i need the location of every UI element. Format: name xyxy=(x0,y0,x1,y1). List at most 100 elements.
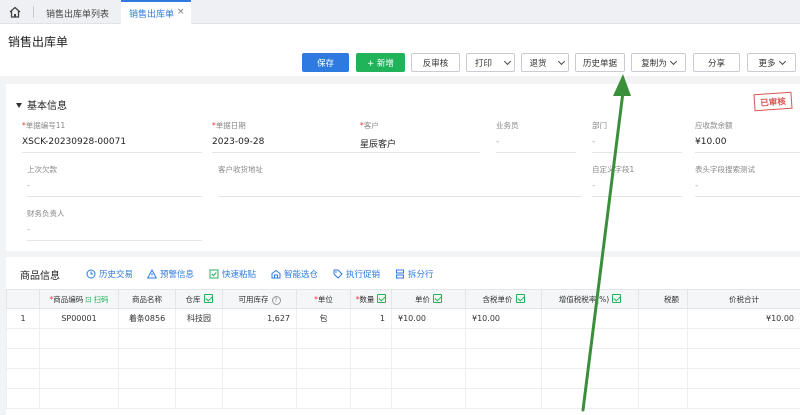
table-row[interactable] xyxy=(6,328,800,349)
table-row[interactable]: 1 SP00001 着条0856 科技园 1,627 包 1 ¥10.00 ¥1… xyxy=(6,308,800,329)
checkbox-icon xyxy=(209,269,219,279)
col-item-code[interactable]: *商品编码 ⊡ 扫码 xyxy=(39,289,119,309)
row-available-stock[interactable]: 1,627 xyxy=(222,308,297,329)
custom-field-1[interactable]: 自定义字段1 - xyxy=(592,164,682,197)
dept-field[interactable]: 部门 - xyxy=(592,120,682,153)
share-button[interactable]: 分享 xyxy=(693,53,740,72)
checkbox-icon[interactable] xyxy=(515,293,525,303)
ship-address-label: 客户收货地址 xyxy=(218,165,263,174)
section-title-label: 基本信息 xyxy=(27,101,67,112)
save-button[interactable]: 保存 xyxy=(302,53,349,72)
customer-field[interactable]: *客户 星辰客户 xyxy=(360,120,480,153)
chevron-down-icon xyxy=(778,57,786,65)
checkbox-icon[interactable] xyxy=(433,293,442,303)
home-icon[interactable] xyxy=(8,5,22,19)
quick-paste-label: 快速粘贴 xyxy=(222,270,257,280)
col-warehouse[interactable]: 仓库 xyxy=(175,289,223,309)
col-unit-price[interactable]: 单价 xyxy=(391,289,466,309)
row-vat-rate[interactable] xyxy=(541,308,639,329)
close-icon[interactable]: × xyxy=(177,7,185,17)
col-quantity[interactable]: *数量 xyxy=(350,289,392,309)
row-warehouse[interactable]: 科技园 xyxy=(175,308,223,329)
col-item-name: 商品名称 xyxy=(118,289,176,309)
col-index xyxy=(6,289,40,309)
tab-label: 销售出库单 xyxy=(129,10,175,20)
return-button[interactable]: 退货 xyxy=(521,53,555,72)
table-header-row: *商品编码 ⊡ 扫码 商品名称 仓库 可用库存? *单位 *数量 单价 含税单价 增… xyxy=(6,289,800,309)
checkbox-icon[interactable] xyxy=(377,293,387,303)
row-unit-price[interactable]: ¥10.00 xyxy=(391,308,466,329)
row-total[interactable]: ¥10.00 xyxy=(687,308,800,329)
row-quantity[interactable]: 1 xyxy=(350,308,392,329)
header-search-field[interactable]: 表头字段搜索测试 - xyxy=(695,164,800,197)
header-search-label: 表头字段搜索测试 xyxy=(695,165,755,174)
goods-info-title: 商品信息 xyxy=(20,271,60,282)
history-trade-button[interactable]: 历史交易 xyxy=(86,268,133,280)
row-item-code[interactable]: SP00001 xyxy=(39,308,119,329)
col-tax-amount: 税额 xyxy=(638,289,688,309)
copy-as-button[interactable]: 复制为 xyxy=(631,53,686,72)
col-tax-unit-price[interactable]: 含税单价 xyxy=(465,289,542,309)
basic-info-title[interactable]: 基本信息 xyxy=(16,97,67,112)
checkbox-icon[interactable] xyxy=(612,293,622,303)
run-promotion-button[interactable]: 执行促销 xyxy=(333,268,380,280)
return-dropdown[interactable] xyxy=(554,53,569,72)
smart-warehouse-button[interactable]: 智能选仓 xyxy=(271,268,318,280)
history-docs-button[interactable]: 历史单据 xyxy=(575,53,625,72)
table-row[interactable] xyxy=(6,348,800,369)
doc-no-field[interactable]: *单据编号11 XSCK-20230928-00071 xyxy=(22,120,202,153)
custom-field-1-value: - xyxy=(592,181,596,191)
chevron-down-icon xyxy=(669,57,677,65)
dept-label: 部门 xyxy=(592,121,607,130)
row-item-name[interactable]: 着条0856 xyxy=(118,308,176,329)
audited-stamp: 已审核 xyxy=(753,91,793,112)
tab-sales-outbound[interactable]: 销售出库单 × xyxy=(121,0,191,24)
split-row-button[interactable]: 拆分行 xyxy=(395,268,434,280)
row-index: 1 xyxy=(6,308,40,329)
row-tax-amount[interactable] xyxy=(638,308,688,329)
warning-info-button[interactable]: 预警信息 xyxy=(147,268,194,280)
finance-owner-value: - xyxy=(27,225,31,235)
header-search-value: - xyxy=(695,181,699,191)
quick-paste-button[interactable]: 快速粘贴 xyxy=(209,268,256,280)
tab-sales-outbound-list[interactable]: 销售出库单列表 xyxy=(46,7,109,20)
more-button[interactable]: 更多 xyxy=(747,53,796,72)
doc-date-label: 单据日期 xyxy=(215,121,246,130)
new-button[interactable]: + 新增 xyxy=(356,53,405,72)
help-icon[interactable]: ? xyxy=(271,295,281,305)
print-dropdown[interactable] xyxy=(500,53,515,72)
scan-icon[interactable]: ⊡ xyxy=(85,295,91,304)
col-unit: *单位 xyxy=(296,289,351,309)
clock-icon xyxy=(86,269,96,279)
salesman-value: - xyxy=(496,137,500,147)
col-vat-rate[interactable]: 增值税税率(%) xyxy=(541,289,639,309)
tab-bar: 销售出库单列表 销售出库单 × xyxy=(0,0,800,24)
receivable-label: 应收款余额 xyxy=(695,121,733,130)
ship-address-field[interactable]: 客户收货地址 xyxy=(218,164,582,197)
page-title: 销售出库单 xyxy=(8,35,69,49)
doc-no-label: 单据编号11 xyxy=(25,121,66,130)
row-tax-unit-price[interactable]: ¥10.00 xyxy=(465,308,542,329)
table-row[interactable] xyxy=(6,388,800,409)
print-button[interactable]: 打印 xyxy=(466,53,501,72)
chevron-down-icon xyxy=(503,57,511,66)
customer-label: 客户 xyxy=(363,121,379,130)
checkbox-icon[interactable] xyxy=(203,293,213,303)
scan-label[interactable]: 扫码 xyxy=(94,295,109,304)
goods-info-section: 商品信息 历史交易 预警信息 快速粘贴 智能选仓 执行促销 拆分行 *商品编码 … xyxy=(6,257,800,415)
collapse-triangle-icon xyxy=(16,103,22,108)
custom-field-1-label: 自定义字段1 xyxy=(592,165,635,174)
doc-no-value: XSCK-20230928-00071 xyxy=(22,137,127,147)
last-debt-value: - xyxy=(27,181,31,191)
col-available-stock: 可用库存? xyxy=(222,289,297,309)
history-trade-label: 历史交易 xyxy=(99,270,134,280)
table-row[interactable] xyxy=(6,368,800,389)
finance-owner-field[interactable]: 财务负责人 - xyxy=(27,208,202,241)
goods-table: *商品编码 ⊡ 扫码 商品名称 仓库 可用库存? *单位 *数量 单价 含税单价 增… xyxy=(6,289,800,409)
last-debt-label: 上次欠款 xyxy=(27,165,57,174)
row-unit[interactable]: 包 xyxy=(296,308,351,329)
unaudit-button[interactable]: 反审核 xyxy=(411,53,460,72)
salesman-label: 业务员 xyxy=(496,121,519,130)
tab-divider xyxy=(33,6,34,18)
salesman-field[interactable]: 业务员 - xyxy=(496,120,576,153)
